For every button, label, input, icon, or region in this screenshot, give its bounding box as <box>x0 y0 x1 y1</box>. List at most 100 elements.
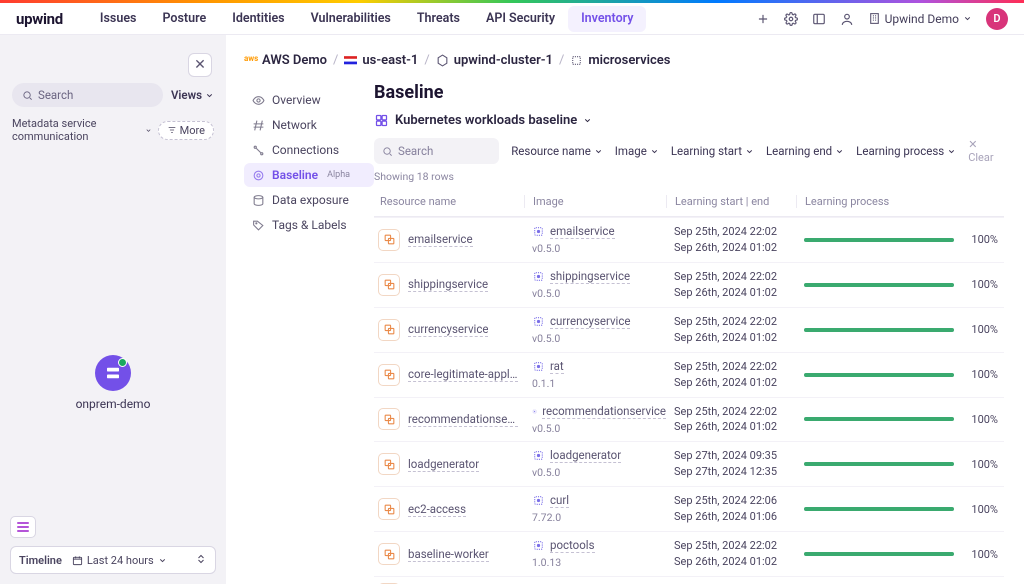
resource-link[interactable]: recommendationservice <box>408 412 518 427</box>
table-row[interactable]: emailservice emailservice v0.5.0Sep 25th, … <box>374 217 1004 262</box>
chevron-down-icon <box>205 91 214 100</box>
box-icon <box>570 54 584 68</box>
image-link[interactable]: loadgenerator <box>550 448 621 463</box>
progress-bar <box>804 238 954 242</box>
progress-bar <box>804 283 954 287</box>
filter-learning-start[interactable]: Learning start <box>671 144 754 158</box>
table-row[interactable]: recommendationservice recommendationservi… <box>374 397 1004 442</box>
table-row[interactable]: adserviceadserviceSep 25th, 2024 22:0210… <box>374 576 1004 584</box>
plus-icon[interactable] <box>756 12 770 26</box>
nav-inventory[interactable]: Inventory <box>568 6 646 32</box>
table-row[interactable]: baseline-worker poctools 1.0.13Sep 25th, 2… <box>374 531 1004 576</box>
resource-link[interactable]: shippingservice <box>408 277 488 292</box>
progress-bar <box>804 328 954 332</box>
filter-learning-process[interactable]: Learning process <box>856 144 956 158</box>
node-icon <box>95 355 131 391</box>
baseline-selector[interactable]: Kubernetes workloads baseline <box>374 113 1004 128</box>
date-range: Sep 25th, 2024 22:02Sep 26th, 2024 01:02 <box>666 224 796 256</box>
image-link[interactable]: recommendationservice <box>542 404 666 419</box>
breadcrumb-item[interactable]: upwind-cluster-1 <box>436 53 553 68</box>
resource-link[interactable]: baseline-worker <box>408 547 489 562</box>
clear-filters[interactable]: ✕ Clear <box>968 138 1004 164</box>
more-filters-button[interactable]: More <box>158 121 214 140</box>
col-dates[interactable]: Learning start | end <box>666 195 796 208</box>
menu-toggle[interactable] <box>10 516 36 538</box>
top-header: upwind IssuesPostureIdentitiesVulnerabil… <box>0 3 1024 35</box>
breadcrumb-item[interactable]: microservices <box>570 53 670 68</box>
table-search[interactable]: Search <box>374 138 499 164</box>
panel-icon[interactable] <box>812 12 826 26</box>
table-row[interactable]: core-legitimate-applicati...rat0.1.1Sep … <box>374 352 1004 397</box>
nav-identities[interactable]: Identities <box>219 11 297 26</box>
chevron-down-icon <box>158 556 167 565</box>
flag-icon <box>344 54 358 68</box>
nav-posture[interactable]: Posture <box>149 11 219 26</box>
progress-bar <box>804 373 954 377</box>
resource-link[interactable]: core-legitimate-applicati... <box>408 367 518 382</box>
brand-logo[interactable]: upwind <box>16 10 63 28</box>
filter-resource-name[interactable]: Resource name <box>511 144 603 158</box>
image-link[interactable]: rat <box>550 359 564 374</box>
sidenav-tags---labels[interactable]: Tags & Labels <box>244 213 374 237</box>
user-avatar[interactable]: D <box>986 8 1008 30</box>
search-input-ghost[interactable]: Search <box>12 83 163 107</box>
filter-label[interactable]: Metadata service communication <box>12 117 139 143</box>
org-selector[interactable]: Upwind Demo <box>868 12 972 26</box>
progress-value: 100% <box>964 368 998 381</box>
nav-api-security[interactable]: API Security <box>473 11 568 26</box>
col-image[interactable]: Image <box>524 195 666 208</box>
image-link[interactable]: poctools <box>550 538 595 553</box>
row-count: Showing 18 rows <box>374 170 1004 183</box>
nav-threats[interactable]: Threats <box>404 11 473 26</box>
collapse-icon[interactable] <box>195 553 207 568</box>
table-row[interactable]: shippingserviceshippingservicev0.5.0Sep … <box>374 262 1004 307</box>
progress-value: 100% <box>964 323 998 336</box>
sidenav-baseline[interactable]: BaselineAlpha <box>244 163 374 187</box>
progress-bar <box>804 462 954 466</box>
date-range: Sep 25th, 2024 22:06Sep 26th, 2024 01:06 <box>666 493 796 525</box>
time-range[interactable]: Last 24 hours <box>72 554 167 567</box>
sidenav-data-exposure[interactable]: Data exposure <box>244 188 374 212</box>
resource-link[interactable]: currencyservice <box>408 322 488 337</box>
net-icon <box>252 119 265 132</box>
breadcrumb: awsAWS Demo/us-east-1/upwind-cluster-1/m… <box>244 53 1004 68</box>
table-row[interactable]: ec2-accesscurl7.72.0Sep 25th, 2024 22:06… <box>374 486 1004 531</box>
breadcrumb-item[interactable]: awsAWS Demo <box>244 53 327 68</box>
image-tag: 1.0.13 <box>532 556 666 569</box>
nav-vulnerabilities[interactable]: Vulnerabilities <box>298 11 404 26</box>
resource-icon <box>378 319 400 341</box>
col-resource[interactable]: Resource name <box>374 195 524 208</box>
image-tag: v0.5.0 <box>532 242 666 255</box>
chevron-down-icon <box>583 116 592 125</box>
close-button[interactable]: ✕ <box>188 53 212 77</box>
person-icon[interactable] <box>840 12 854 26</box>
sidenav-connections[interactable]: Connections <box>244 138 374 162</box>
progress-value: 100% <box>964 233 998 246</box>
resource-link[interactable]: emailservice <box>408 232 473 247</box>
graph-node[interactable]: onprem-demo <box>0 355 226 411</box>
resource-icon <box>378 498 400 520</box>
date-range: Sep 25th, 2024 22:02Sep 26th, 2024 01:02 <box>666 538 796 570</box>
image-link[interactable]: currencyservice <box>550 314 630 329</box>
image-link[interactable]: shippingservice <box>550 269 630 284</box>
sidenav-overview[interactable]: Overview <box>244 88 374 112</box>
table-row[interactable]: loadgeneratorloadgeneratorv0.5.0Sep 27th… <box>374 441 1004 486</box>
breadcrumb-item[interactable]: us-east-1 <box>344 53 418 68</box>
views-button[interactable]: Views <box>171 88 214 102</box>
image-link[interactable]: emailservice <box>550 224 615 239</box>
resource-icon <box>378 408 400 430</box>
image-link[interactable]: curl <box>550 493 569 508</box>
chevron-down-icon <box>145 126 152 135</box>
filter-image[interactable]: Image <box>615 144 659 158</box>
resource-link[interactable]: ec2-access <box>408 502 466 517</box>
nav-issues[interactable]: Issues <box>87 11 150 26</box>
gear-icon[interactable] <box>784 12 798 26</box>
node-label: onprem-demo <box>0 397 226 411</box>
resource-icon <box>378 543 400 565</box>
sidenav-network[interactable]: Network <box>244 113 374 137</box>
table-row[interactable]: currencyservicecurrencyservicev0.5.0Sep … <box>374 307 1004 352</box>
col-progress[interactable]: Learning process <box>796 195 1004 208</box>
resource-link[interactable]: loadgenerator <box>408 457 479 472</box>
filter-learning-end[interactable]: Learning end <box>766 144 844 158</box>
table-header: Resource name Image Learning start | end… <box>374 187 1004 216</box>
